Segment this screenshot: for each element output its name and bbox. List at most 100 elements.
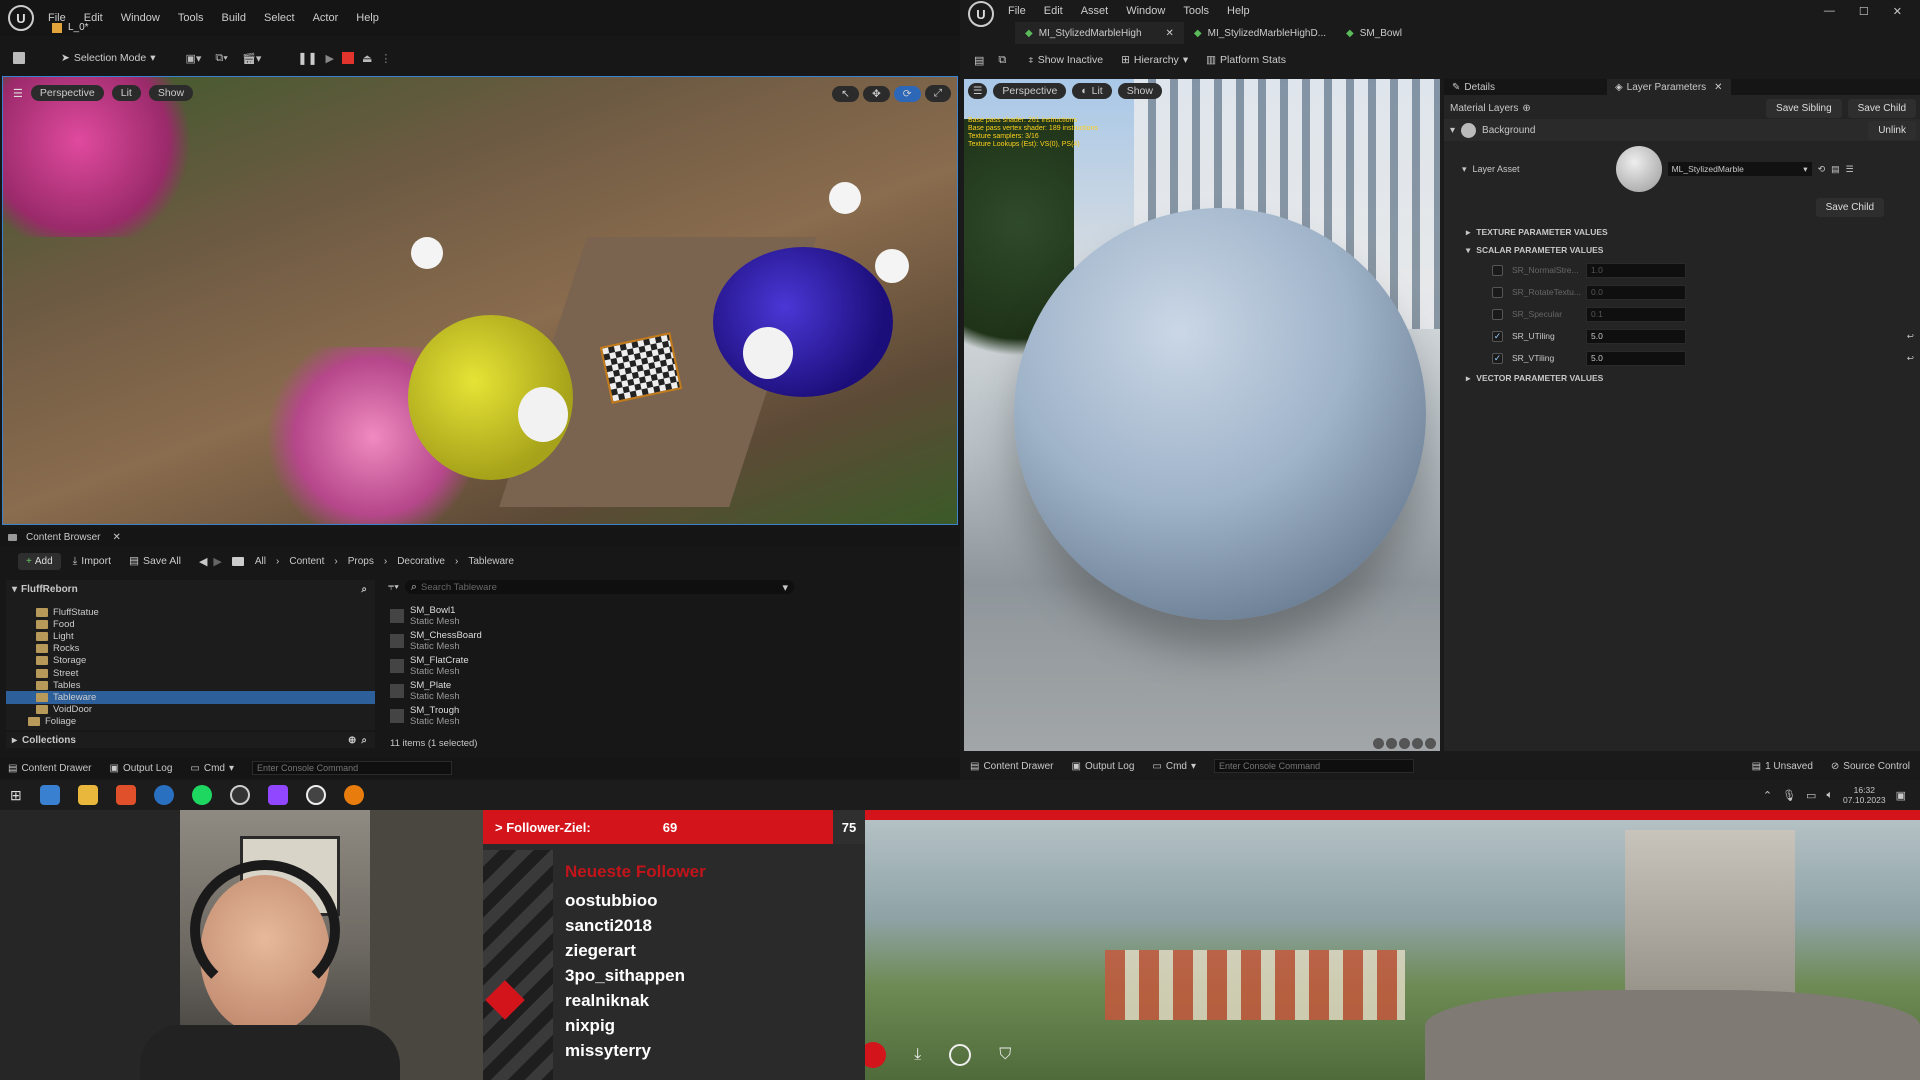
tree-folder[interactable]: Foliage — [28, 716, 375, 728]
menu-item-select[interactable]: Select — [264, 12, 295, 24]
param-value-input[interactable]: 1.0 — [1586, 262, 1686, 278]
tree-folder[interactable]: Rocks — [36, 643, 375, 655]
hamburger-icon[interactable]: ☰ — [13, 87, 23, 100]
menu-item-tools[interactable]: Tools — [178, 12, 204, 24]
menu-item-help[interactable]: Help — [356, 12, 379, 24]
level-tab[interactable]: L_0* — [52, 22, 89, 33]
unlink-button[interactable]: Unlink — [1868, 120, 1916, 140]
obs-icon[interactable] — [229, 785, 250, 805]
cmd-dropdown[interactable]: ▭ Cmd ▾ — [190, 763, 234, 774]
tree-folder[interactable]: Street — [36, 667, 375, 679]
forward-icon[interactable]: ▶ — [213, 555, 221, 568]
close-icon[interactable]: ✕ — [112, 532, 120, 543]
asset-row[interactable]: SM_Bowl1 Static Mesh — [390, 603, 790, 628]
param-override-checkbox[interactable]: ✓ — [1492, 330, 1503, 342]
layer-asset-thumbnail[interactable] — [1615, 146, 1662, 192]
content-drawer-button[interactable]: ▤ Content Drawer — [8, 763, 91, 774]
twitch-icon[interactable] — [267, 785, 288, 805]
show-button[interactable]: Show — [148, 85, 194, 101]
param-override-checkbox[interactable]: ✓ — [1492, 352, 1503, 364]
more-icon[interactable]: ⋮ — [380, 52, 391, 65]
app-icon[interactable] — [153, 785, 174, 805]
add-collection-icon[interactable]: ⊕ — [348, 735, 356, 746]
hierarchy-button[interactable]: ⊞ Hierarchy ▾ — [1115, 49, 1194, 71]
import-button[interactable]: ⤓ Import — [67, 550, 117, 572]
menu-item-actor[interactable]: Actor — [313, 12, 339, 24]
console-input[interactable] — [252, 761, 453, 775]
save-icon[interactable]: ▤ — [974, 54, 984, 67]
asset-row[interactable]: SM_Trough Static Mesh — [390, 703, 790, 728]
list-icon[interactable]: ☰ — [1846, 164, 1854, 175]
tree-folder[interactable]: FluffStatue — [36, 606, 375, 618]
browse-icon[interactable]: ⧉ — [998, 54, 1006, 67]
console-input[interactable] — [1214, 759, 1415, 773]
asset-row[interactable]: SM_FlatCrate Static Mesh — [390, 653, 790, 678]
param-value-input[interactable]: 0.0 — [1586, 284, 1686, 300]
tree-folder[interactable]: VoidDoor — [36, 704, 375, 716]
menu-item-build[interactable]: Build — [222, 12, 246, 24]
asset-row[interactable]: SM_ChessBoard Static Mesh — [390, 628, 790, 653]
back-icon[interactable]: ◀ — [199, 555, 207, 568]
stop-icon[interactable] — [341, 52, 354, 64]
save-all-button[interactable]: ▤ Save All — [123, 550, 187, 572]
reset-to-default-icon[interactable]: ↩ — [1907, 331, 1914, 342]
close-icon[interactable]: ✕ — [1166, 28, 1174, 39]
save-child-button-2[interactable]: Save Child — [1815, 197, 1884, 217]
add-button[interactable]: + Add — [18, 552, 61, 570]
save-icon[interactable] — [13, 52, 25, 64]
unreal-taskbar-icon[interactable] — [305, 785, 326, 805]
reset-icon[interactable]: ⟲ — [1818, 164, 1826, 175]
select-tool-icon[interactable]: ↖ — [832, 85, 859, 102]
content-browser-tab[interactable]: Content Browser ✕ — [0, 532, 121, 543]
add-actor-icon[interactable]: ▣▾ — [185, 52, 201, 65]
spotify-icon[interactable] — [191, 785, 212, 805]
windows-start-icon[interactable]: ⊞ — [10, 787, 22, 804]
layer-asset-dropdown[interactable]: ML_StylizedMarble ▾ — [1667, 162, 1812, 176]
param-override-checkbox[interactable] — [1492, 308, 1503, 320]
show-button[interactable]: Show — [1117, 83, 1162, 99]
lit-button[interactable]: ◐ Lit — [1072, 83, 1112, 99]
show-inactive-button[interactable]: ⧧ Show Inactive — [1022, 49, 1109, 71]
output-log-button[interactable]: ▣ Output Log — [109, 763, 172, 774]
maximize-icon[interactable]: ☐ — [1859, 5, 1869, 18]
param-override-checkbox[interactable] — [1492, 264, 1503, 276]
source-control-button[interactable]: ⊘ Source Control — [1831, 761, 1910, 772]
clock[interactable]: 16:32 07.10.2023 — [1843, 785, 1886, 805]
vector-parameter-section[interactable]: ▸ VECTOR PARAMETER VALUES — [1444, 369, 1920, 387]
unsaved-indicator[interactable]: ▤ 1 Unsaved — [1752, 761, 1813, 772]
menu-item-window[interactable]: Window — [121, 12, 160, 24]
mic-icon[interactable]: 🎙︎ — [1782, 789, 1796, 802]
sphere-icon[interactable] — [1386, 738, 1397, 749]
search-icon[interactable]: ⌕ — [361, 735, 367, 746]
output-log-button[interactable]: ▣ Output Log — [1071, 761, 1134, 772]
blueprint-icon[interactable]: ⧉▾ — [215, 52, 227, 65]
breadcrumb-item[interactable]: Tableware — [468, 556, 514, 567]
material-tab[interactable]: ◆ SM_Bowl — [1336, 22, 1412, 44]
search-icon[interactable]: ⌕ — [361, 584, 367, 595]
cmd-dropdown[interactable]: ▭ Cmd ▾ — [1152, 761, 1196, 772]
tree-folder[interactable]: Food — [36, 618, 375, 630]
cinematics-icon[interactable]: 🎬︎▾ — [242, 52, 262, 65]
notification-icon[interactable]: ▣ — [1896, 789, 1906, 802]
tree-root[interactable]: ▾ FluffReborn ⌕ — [6, 580, 375, 598]
lit-button[interactable]: Lit — [111, 85, 141, 101]
hamburger-icon[interactable]: ☰ — [968, 83, 988, 99]
breadcrumb-item[interactable]: All — [255, 556, 266, 567]
save-child-button[interactable]: Save Child — [1847, 98, 1916, 118]
param-value-input[interactable]: 0.1 — [1586, 306, 1686, 322]
cube-icon[interactable] — [1412, 738, 1423, 749]
content-drawer-button[interactable]: ▤ Content Drawer — [970, 761, 1053, 772]
menu-item-edit[interactable]: Edit — [1044, 5, 1063, 17]
param-value-input[interactable]: 5.0 — [1586, 350, 1686, 366]
browse-icon[interactable]: ▤ — [1831, 164, 1840, 175]
folder-icon[interactable] — [77, 785, 98, 805]
brave-browser-icon[interactable] — [115, 785, 136, 805]
level-viewport[interactable]: ☰ Perspective Lit Show ↖ ✥ ⟳ ⤢ — [2, 76, 958, 525]
move-tool-icon[interactable]: ✥ — [862, 85, 890, 102]
material-preview-viewport[interactable]: Base pass shader: 261 instructions Base p… — [964, 79, 1440, 751]
tree-folder[interactable]: Storage — [36, 655, 375, 667]
asset-search-input[interactable]: ⌕ Search Tableware ▾ — [404, 580, 794, 594]
minimize-icon[interactable]: — — [1824, 5, 1835, 17]
volume-icon[interactable]: 🔈︎ — [1826, 789, 1833, 802]
param-value-input[interactable]: 5.0 — [1586, 328, 1686, 344]
